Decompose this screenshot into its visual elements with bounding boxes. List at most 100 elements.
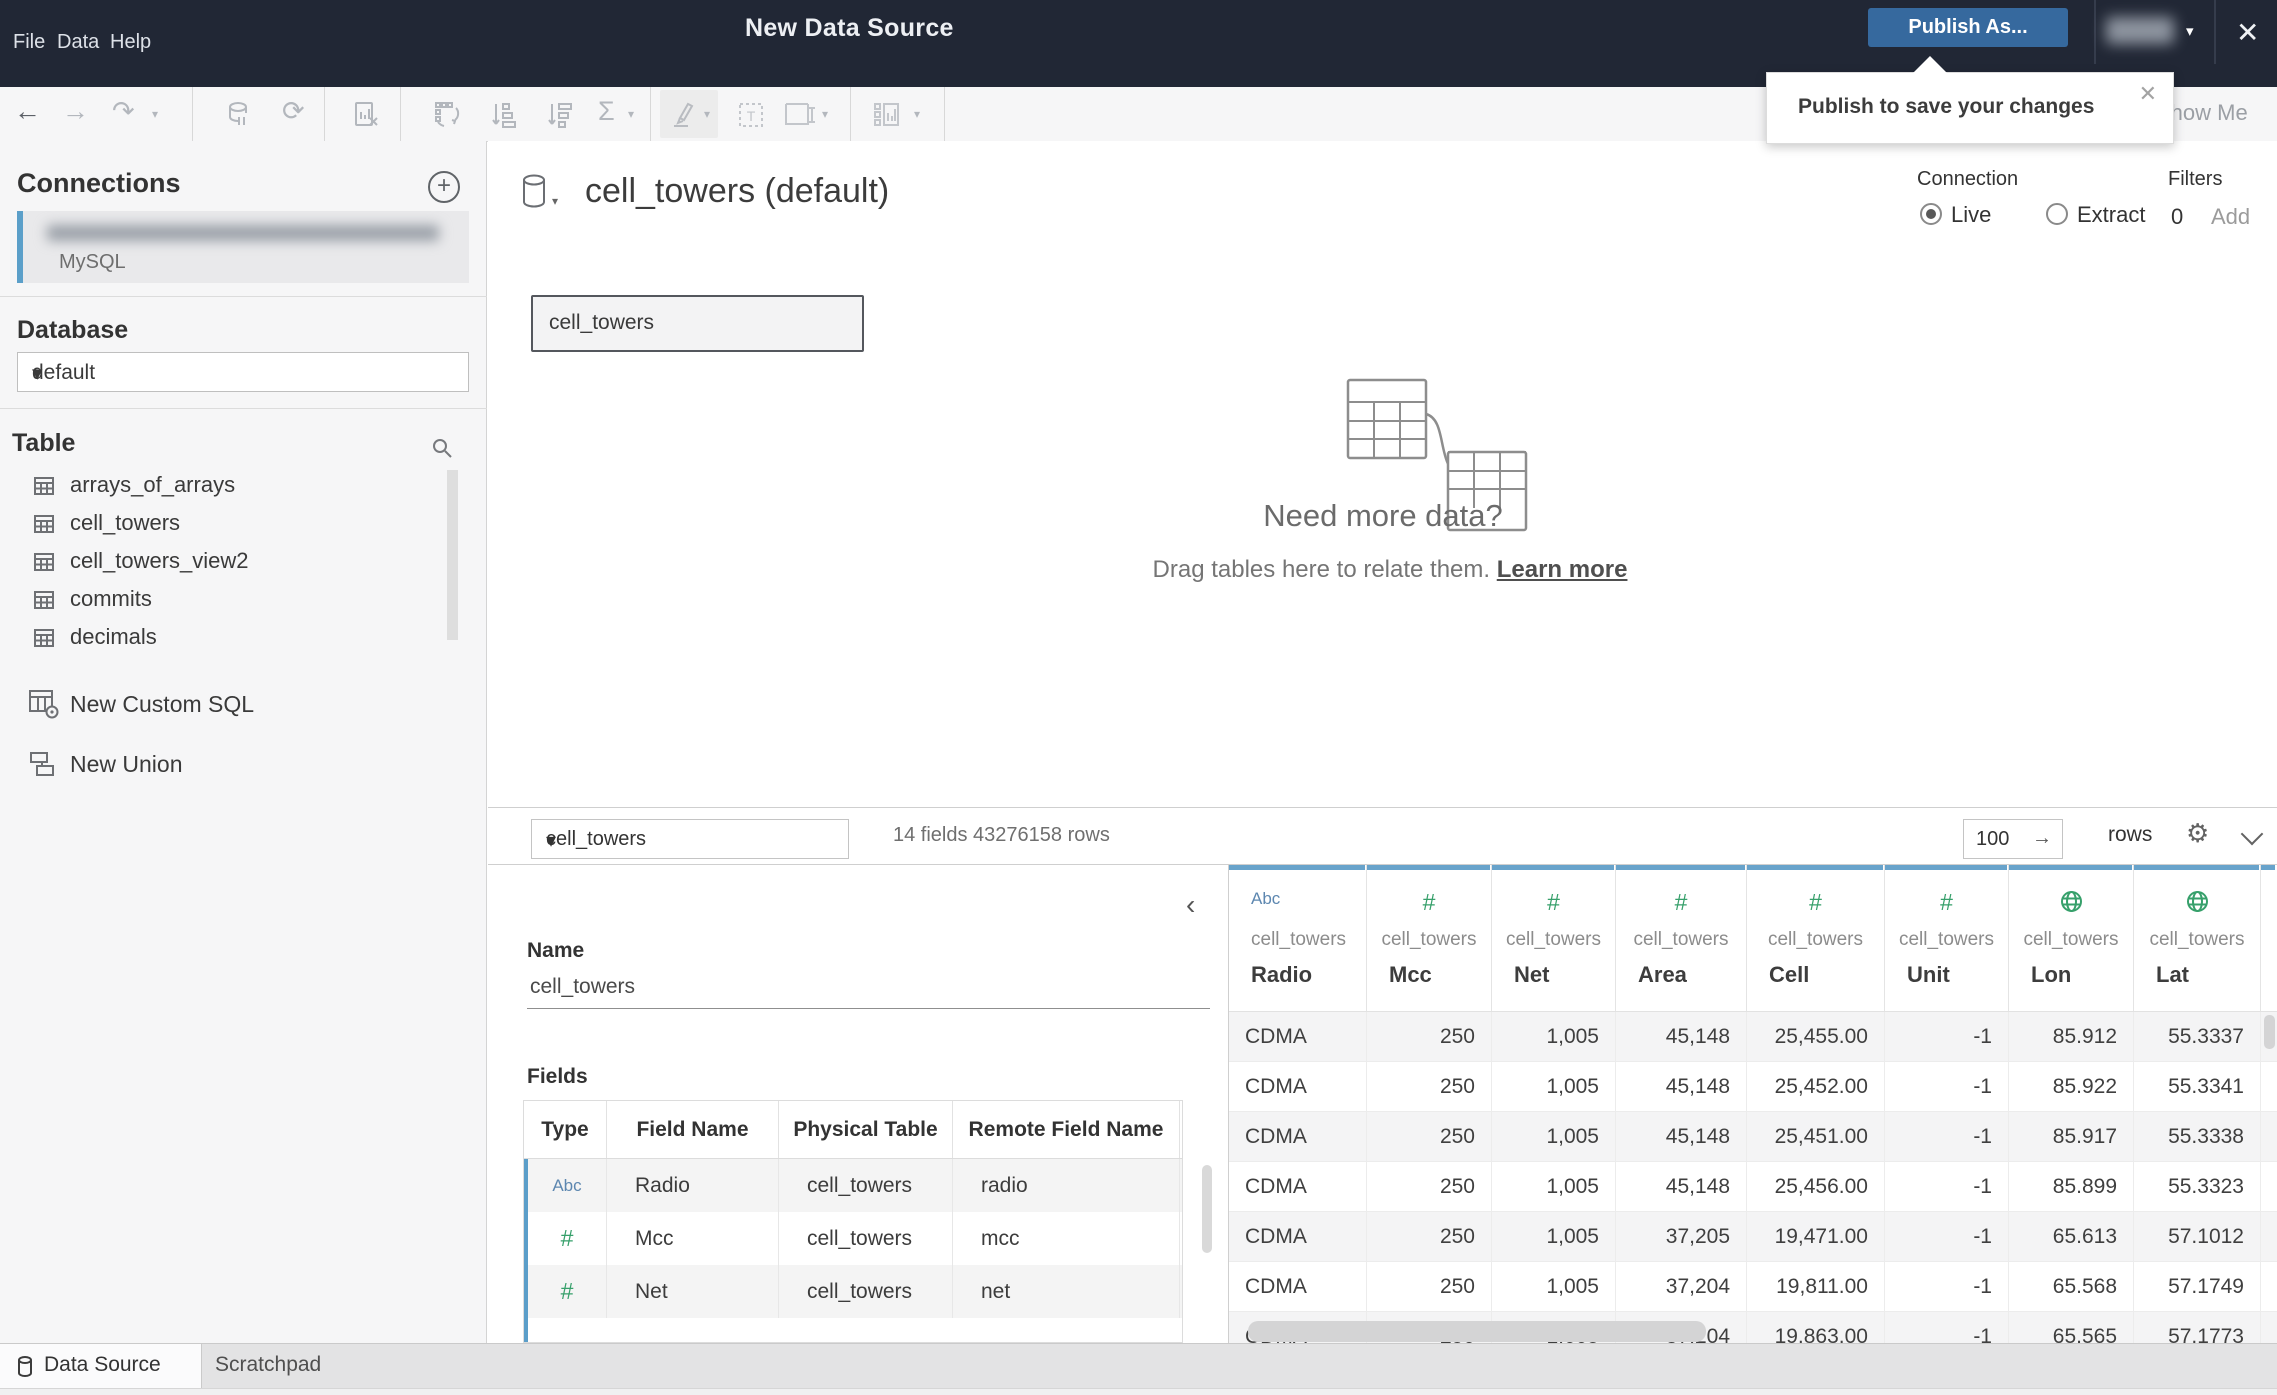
new-union[interactable]: New Union xyxy=(0,743,487,785)
tooltip-close-icon[interactable]: ✕ xyxy=(2139,81,2157,107)
empty-state-title: Need more data? xyxy=(1263,498,1503,533)
rows-count-input[interactable]: 100 → xyxy=(1963,819,2063,859)
tableau-data-source-window: File Data Help New Data Source Publish A… xyxy=(0,0,2277,1395)
number-type-icon[interactable]: # xyxy=(528,1212,607,1265)
data-source-icon[interactable] xyxy=(225,100,255,130)
highlight-icon[interactable] xyxy=(668,100,700,130)
table-list-scrollbar[interactable] xyxy=(447,470,458,640)
publish-as-button[interactable]: Publish As... xyxy=(1868,8,2068,47)
undo-icon[interactable]: ← xyxy=(14,96,41,127)
table-list-item[interactable]: cell_towers xyxy=(0,504,487,542)
fields-table-scrollbar[interactable] xyxy=(1202,1165,1212,1253)
grid-column-header-net[interactable]: # cell_towers Net xyxy=(1492,865,1616,1011)
metadata-collapse-icon[interactable]: ‹ xyxy=(1186,889,1195,921)
grid-vertical-scrollbar[interactable] xyxy=(2264,1015,2275,1049)
table-list-item[interactable]: commits xyxy=(0,580,487,618)
close-icon[interactable]: ✕ xyxy=(2236,16,2259,49)
user-menu-caret-icon[interactable]: ▾ xyxy=(2186,22,2194,40)
toolbar-separator xyxy=(850,87,851,141)
sort-descending-icon[interactable] xyxy=(544,100,574,130)
preview-collapse-chevron-icon[interactable] xyxy=(2240,822,2264,846)
publish-tooltip-text: Publish to save your changes xyxy=(1798,95,2095,118)
grid-column-header-lon[interactable]: cell_towers Lon xyxy=(2009,865,2134,1011)
connections-sidebar: Connections + MySQL Database default ▾ T… xyxy=(0,141,487,1343)
column-table-label: cell_towers xyxy=(1381,929,1477,950)
menu-file[interactable]: File xyxy=(13,31,45,54)
window-title: New Data Source xyxy=(745,14,954,42)
table-list-item[interactable]: arrays_of_arrays xyxy=(0,466,487,504)
replay-caret-icon[interactable]: ▾ xyxy=(152,107,158,121)
redo-icon[interactable]: → xyxy=(62,96,89,127)
datasource-caret-icon[interactable]: ▾ xyxy=(552,194,558,208)
live-radio[interactable] xyxy=(1920,203,1942,225)
grid-column-header-mcc[interactable]: # cell_towers Mcc xyxy=(1367,865,1492,1011)
grid-column-header-radio[interactable]: Abc cell_towers Radio xyxy=(1229,865,1367,1011)
number-type-icon[interactable]: # xyxy=(528,1265,607,1318)
grid-cell: -1 xyxy=(1885,1062,2009,1111)
add-connection-icon[interactable]: + xyxy=(428,171,460,203)
menu-data[interactable]: Data xyxy=(57,31,99,54)
new-custom-sql[interactable]: New Custom SQL xyxy=(0,683,487,725)
database-select[interactable]: default ▾ xyxy=(17,352,469,392)
filters-add-button[interactable]: Add xyxy=(2211,204,2250,230)
grid-column-header-lat[interactable]: cell_towers Lat xyxy=(2134,865,2261,1011)
string-type-icon[interactable]: Abc xyxy=(528,1159,607,1212)
pause-updates-icon[interactable] xyxy=(352,100,382,130)
empty-state-subtitle-text: Drag tables here to relate them. xyxy=(1152,556,1491,583)
grid-column-header-partial xyxy=(2261,865,2276,1011)
grid-horizontal-scrollbar[interactable] xyxy=(1248,1321,1706,1342)
grid-data-row: CDMA 250 1,005 45,148 25,452.00 -1 85.922 55.33… xyxy=(1229,1062,2277,1112)
live-radio-label[interactable]: Live xyxy=(1951,202,1991,228)
name-value[interactable]: cell_towers xyxy=(530,975,635,999)
fields-table-row[interactable]: # Net cell_towers net xyxy=(524,1265,1182,1318)
grid-cell: 250 xyxy=(1367,1162,1492,1211)
table-list-item[interactable]: cell_towers_view2 xyxy=(0,542,487,580)
tab-data-source[interactable]: Data Source xyxy=(0,1344,202,1388)
data-preview-grid: Abc cell_towers Radio # cell_towers Mcc # cell_… xyxy=(1229,865,2277,1343)
apply-rows-icon[interactable]: → xyxy=(2032,827,2052,850)
table-list-item[interactable]: decimals xyxy=(0,618,487,656)
connection-item[interactable]: MySQL xyxy=(17,211,469,283)
column-selected-bar xyxy=(1492,865,1614,870)
table-icon xyxy=(34,553,54,571)
fields-table-row[interactable]: Abc Radio cell_towers radio xyxy=(524,1159,1182,1212)
totals-sigma-icon[interactable]: Σ xyxy=(598,96,615,127)
learn-more-link[interactable]: Learn more xyxy=(1497,556,1628,583)
grid-column-header-area[interactable]: # cell_towers Area xyxy=(1616,865,1747,1011)
menu-help[interactable]: Help xyxy=(110,31,151,54)
logical-table-node[interactable]: cell_towers xyxy=(531,295,864,352)
number-type-icon: # xyxy=(1674,889,1688,915)
column-table-label: cell_towers xyxy=(2149,929,2245,950)
refresh-icon[interactable]: ⟳ xyxy=(282,96,305,127)
extract-radio-label[interactable]: Extract xyxy=(2077,202,2145,228)
highlight-caret-icon[interactable]: ▾ xyxy=(704,107,710,121)
connection-name-redacted xyxy=(47,225,439,241)
fit-caret-icon[interactable]: ▾ xyxy=(822,107,828,121)
cards-caret-icon[interactable]: ▾ xyxy=(914,107,920,121)
datasource-cylinder-icon[interactable] xyxy=(520,173,550,211)
tab-scratchpad[interactable]: Scratchpad xyxy=(215,1353,321,1377)
user-name-redacted[interactable] xyxy=(2106,17,2174,44)
grid-column-header-unit[interactable]: # cell_towers Unit xyxy=(1885,865,2009,1011)
toolbar-separator xyxy=(192,87,193,141)
grid-cell: 250 xyxy=(1367,1012,1492,1061)
fields-table-row[interactable]: # Mcc cell_towers mcc xyxy=(524,1212,1182,1265)
grid-data-row: CDMA 250 1,005 37,205 19,471.00 -1 65.613 57.10… xyxy=(1229,1212,2277,1262)
grid-cell: 25,451.00 xyxy=(1747,1112,1885,1161)
extract-radio[interactable] xyxy=(2046,203,2068,225)
grid-column-header-cell[interactable]: # cell_towers Cell xyxy=(1747,865,1885,1011)
swap-rows-columns-icon[interactable] xyxy=(432,100,464,130)
table-heading: Table xyxy=(12,429,76,457)
text-label-icon[interactable]: T xyxy=(736,100,766,130)
physical-table-cell: cell_towers xyxy=(779,1212,953,1265)
totals-caret-icon[interactable]: ▾ xyxy=(628,107,634,121)
fit-width-icon[interactable] xyxy=(782,100,816,130)
preview-table-select[interactable]: cell_towers ▾ xyxy=(531,819,849,859)
replay-icon[interactable]: ↷ xyxy=(112,96,135,127)
search-icon[interactable] xyxy=(430,436,454,460)
show-cards-icon[interactable] xyxy=(872,100,906,130)
grid-cell: 37,205 xyxy=(1616,1212,1747,1261)
sort-ascending-icon[interactable] xyxy=(488,100,518,130)
preview-settings-gear-icon[interactable]: ⚙ xyxy=(2186,818,2209,849)
table-icon xyxy=(34,629,54,647)
